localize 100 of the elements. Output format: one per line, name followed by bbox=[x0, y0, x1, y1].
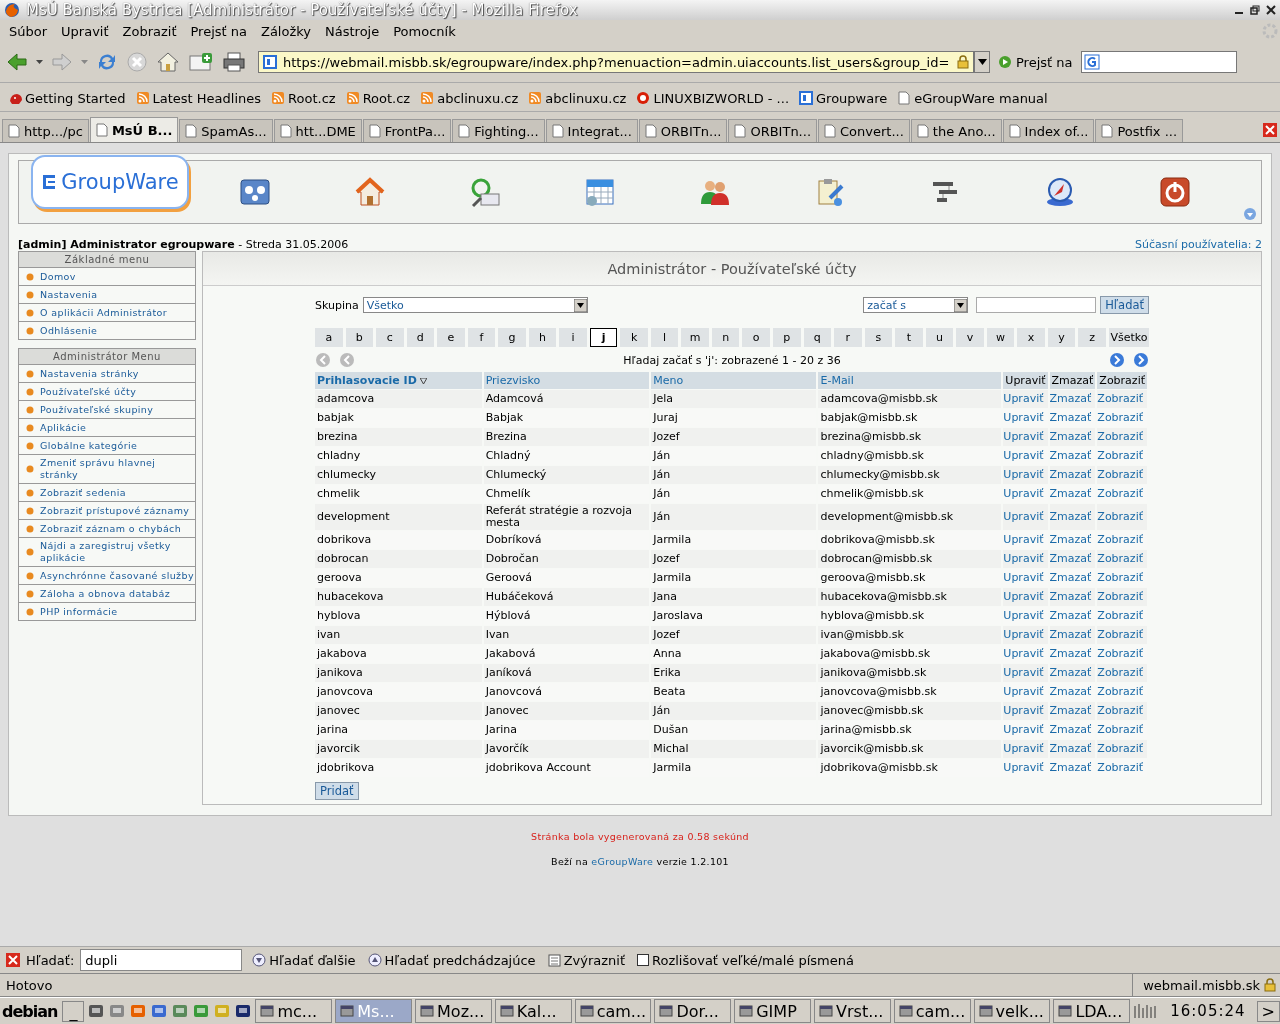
action-link[interactable]: Upraviť bbox=[1003, 487, 1044, 500]
action-link[interactable]: Upraviť bbox=[1003, 449, 1044, 462]
bookmark[interactable]: eGroupWare manual bbox=[897, 90, 1048, 106]
back-arrow-icon[interactable] bbox=[6, 52, 28, 72]
more-button[interactable]: > bbox=[1256, 1000, 1280, 1022]
letter-filter[interactable]: q bbox=[803, 328, 832, 347]
taskbar-button[interactable]: Moz... bbox=[415, 999, 492, 1023]
browser-tab[interactable]: MsÚ B... bbox=[89, 117, 179, 142]
restore-icon[interactable] bbox=[1250, 5, 1260, 15]
online-users-link[interactable]: Súčasní používatelia: 2 bbox=[1135, 238, 1262, 251]
letter-filter[interactable]: u bbox=[925, 328, 954, 347]
bookmark[interactable]: Root.cz bbox=[271, 90, 336, 106]
letter-filter[interactable]: Všetko bbox=[1108, 328, 1150, 347]
go-button[interactable]: Prejsť na bbox=[998, 54, 1073, 70]
bookmark[interactable]: abclinuxu.cz bbox=[528, 90, 627, 106]
letter-filter[interactable]: w bbox=[986, 328, 1015, 347]
checkbox-label[interactable]: Rozlišovať veľké/malé písmená bbox=[652, 952, 854, 968]
address-field[interactable]: https://webmail.misbb.sk/egroupware/index.php?menuaction=admin.uiaccounts.list_users&group_id= bbox=[258, 51, 974, 73]
sidebar-link[interactable]: Nastavenia bbox=[40, 288, 98, 301]
bookmark[interactable]: LINUXBIZWORLD - ... bbox=[636, 90, 789, 106]
sidebar-link[interactable]: Domov bbox=[40, 270, 76, 283]
close-tab-icon[interactable] bbox=[1262, 122, 1278, 138]
sidebar-link[interactable]: Zmeniť správu hlavnej stránky bbox=[40, 457, 195, 481]
print-icon[interactable] bbox=[222, 51, 246, 73]
action-link[interactable]: Zmazať bbox=[1049, 723, 1092, 736]
bookmark[interactable]: Getting Started bbox=[8, 90, 126, 106]
taskbar-button[interactable]: Dor... bbox=[654, 999, 732, 1023]
highlight-button[interactable]: Zvýrazniť bbox=[547, 952, 625, 968]
taskbar-button[interactable]: velk... bbox=[973, 999, 1051, 1023]
action-link[interactable]: Zmazať bbox=[1049, 685, 1092, 698]
action-link[interactable]: Zmazať bbox=[1049, 533, 1092, 546]
search-button[interactable]: Hľadať bbox=[1100, 296, 1149, 314]
letter-filter[interactable]: f bbox=[467, 328, 496, 347]
action-link[interactable]: Zmazať bbox=[1049, 761, 1092, 774]
letter-filter[interactable]: r bbox=[834, 328, 862, 347]
letter-filter[interactable]: j bbox=[589, 328, 618, 347]
letter-filter[interactable]: n bbox=[711, 328, 740, 347]
letter-filter[interactable]: o bbox=[742, 328, 770, 347]
action-link[interactable]: Upraviť bbox=[1003, 533, 1044, 546]
sidebar-link[interactable]: Zobraziť záznam o chybách bbox=[40, 522, 182, 535]
action-link[interactable]: Upraviť bbox=[1003, 685, 1044, 698]
action-link[interactable]: Zobraziť bbox=[1097, 723, 1143, 736]
action-link[interactable]: Upraviť bbox=[1003, 411, 1044, 424]
taskbar-button[interactable]: GIMP bbox=[734, 999, 811, 1023]
sidebar-link[interactable]: Zobraziť sedenia bbox=[40, 486, 126, 499]
action-link[interactable]: Zobraziť bbox=[1097, 449, 1143, 462]
letter-filter[interactable]: h bbox=[528, 328, 557, 347]
search-field[interactable] bbox=[976, 297, 1097, 313]
dropdown-arrow-icon[interactable] bbox=[36, 60, 43, 64]
action-link[interactable]: Zmazať bbox=[1049, 449, 1092, 462]
group-select[interactable]: Všetko bbox=[362, 297, 588, 313]
egroupware-link[interactable]: eGroupWare bbox=[591, 856, 654, 867]
taskbar-button[interactable]: LDA... bbox=[1053, 999, 1131, 1023]
letter-filter[interactable]: z bbox=[1078, 328, 1106, 347]
menu-item[interactable]: Súbor bbox=[2, 23, 55, 39]
action-link[interactable]: Zobraziť bbox=[1097, 533, 1143, 546]
taskbar-button[interactable]: Vrst... bbox=[814, 999, 891, 1023]
letter-filter[interactable]: l bbox=[650, 328, 679, 347]
browser-tab[interactable]: Fighting... bbox=[452, 119, 545, 142]
letter-filter[interactable]: c bbox=[376, 328, 404, 347]
home-icon[interactable] bbox=[156, 51, 180, 73]
browser-tab[interactable]: Convert... bbox=[818, 119, 910, 142]
letter-filter[interactable]: b bbox=[345, 328, 374, 347]
action-link[interactable]: Zobraziť bbox=[1097, 685, 1143, 698]
column-header[interactable]: Meno bbox=[653, 374, 684, 387]
menu-item[interactable]: Prejsť na bbox=[183, 23, 254, 39]
sidebar-link[interactable]: PHP informácie bbox=[40, 605, 118, 618]
logo[interactable]: GroupWare bbox=[31, 155, 189, 209]
menu-item[interactable]: Záložky bbox=[254, 23, 319, 39]
sidebar-link[interactable]: Zobraziť prístupové záznamy bbox=[40, 504, 190, 517]
action-link[interactable]: Zobraziť bbox=[1097, 487, 1143, 500]
action-link[interactable]: Zobraziť bbox=[1097, 571, 1143, 584]
home-icon[interactable] bbox=[354, 176, 386, 208]
taskbar-button[interactable]: cam... bbox=[574, 999, 652, 1023]
power-icon[interactable] bbox=[1159, 176, 1191, 208]
browser-tab[interactable]: the Ano... bbox=[910, 119, 1002, 142]
compass-icon[interactable] bbox=[1044, 176, 1076, 208]
taskbar-button[interactable]: mc... bbox=[255, 999, 333, 1023]
minimize-button[interactable]: _ bbox=[62, 1000, 85, 1022]
browser-tab[interactable]: FrontPa... bbox=[362, 119, 452, 142]
scroll-down-icon[interactable] bbox=[1243, 207, 1257, 221]
action-link[interactable]: Upraviť bbox=[1003, 647, 1044, 660]
browser-tab[interactable]: http.../pc bbox=[2, 119, 89, 142]
sidebar-link[interactable]: Aplikácie bbox=[40, 421, 87, 434]
menu-item[interactable]: Zobraziť bbox=[115, 23, 184, 39]
browser-tab[interactable]: Postfix ... bbox=[1095, 119, 1184, 142]
reload-icon[interactable] bbox=[96, 51, 118, 73]
sidebar-link[interactable]: Globálne kategórie bbox=[40, 439, 138, 452]
start-button[interactable]: debian bbox=[0, 1001, 60, 1021]
action-link[interactable]: Zmazať bbox=[1049, 647, 1092, 660]
dropdown-button[interactable] bbox=[974, 51, 990, 73]
action-link[interactable]: Zobraziť bbox=[1097, 411, 1143, 424]
letter-filter[interactable]: a bbox=[315, 328, 343, 347]
action-link[interactable]: Upraviť bbox=[1003, 723, 1044, 736]
column-header[interactable]: E-Mail bbox=[820, 374, 854, 387]
browser-tab[interactable]: Integrat... bbox=[545, 119, 638, 142]
sidebar-link[interactable]: Odhlásenie bbox=[40, 324, 98, 337]
menu-item[interactable]: Pomocník bbox=[386, 23, 463, 39]
next-page-icon[interactable] bbox=[1109, 352, 1125, 368]
find-previous-button[interactable]: Hľadať predchádzajúce bbox=[367, 952, 536, 968]
